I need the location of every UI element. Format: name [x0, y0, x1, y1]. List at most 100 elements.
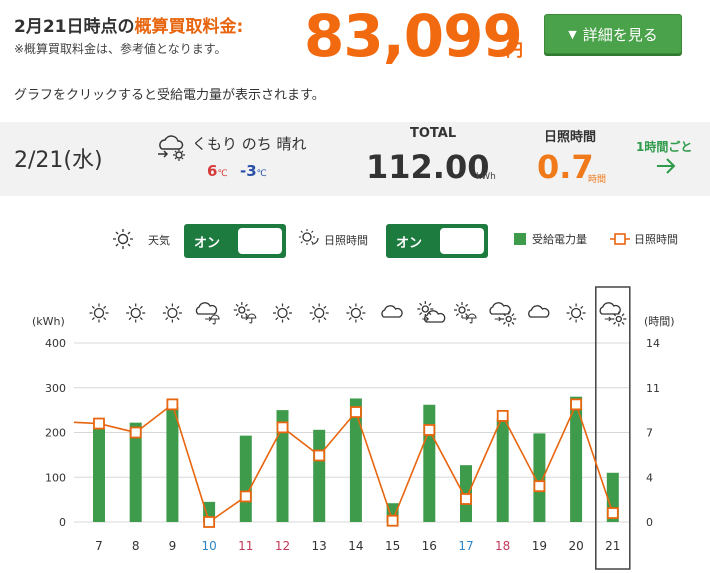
x-tick-label: 14: [348, 539, 363, 553]
left-tick-label: 100: [45, 471, 66, 484]
power-bar[interactable]: [423, 404, 436, 522]
sun-then-cloud-icon: [417, 301, 446, 323]
sun-icon: [89, 303, 109, 323]
total-value: 112.00: [366, 148, 490, 186]
temperature-low: -3℃: [240, 162, 267, 180]
weather-toggle[interactable]: オン: [184, 224, 286, 258]
sun-rain-icon: [233, 302, 257, 324]
chart-controls: 天気 オン 日照時間 オン 受給電力量 日照時間: [0, 222, 710, 258]
x-tick-label: 13: [312, 539, 327, 553]
left-axis-title: (kWh): [32, 315, 65, 328]
sunshine-marker[interactable]: [166, 398, 179, 411]
arrow-right-icon[interactable]: [654, 154, 678, 178]
legend-power-label: 受給電力量: [532, 233, 587, 246]
sunshine-marker[interactable]: [313, 449, 326, 462]
sunshine-unit: 時間: [588, 175, 607, 185]
weather-description: くもり のち 晴れ: [192, 135, 307, 153]
x-tick-label: 16: [422, 539, 437, 553]
sunshine-marker[interactable]: [533, 480, 546, 493]
chart-hint: グラフをクリックすると受給電力量が表示されます。: [14, 88, 325, 103]
legend-sunshine-swatch: [610, 233, 630, 245]
estimated-fee-headline: 2月21日時点の概算買取料金:: [14, 12, 243, 37]
sunshine-marker[interactable]: [423, 424, 436, 436]
summary-date: 2/21(水): [14, 148, 103, 173]
sun-icon: [162, 303, 182, 323]
power-bar[interactable]: [313, 429, 326, 522]
sun-icon: [273, 303, 292, 323]
sunshine-marker[interactable]: [93, 417, 105, 430]
sunshine-marker[interactable]: [349, 406, 362, 418]
x-tick-label: 20: [568, 539, 583, 553]
temperature-unit: ℃: [256, 169, 267, 179]
x-tick-label: 8: [132, 539, 140, 553]
power-bar[interactable]: [239, 435, 252, 522]
view-details-button[interactable]: ▼ 詳細を見る: [544, 14, 682, 54]
cloud-icon: [381, 305, 403, 318]
temperature-unit: ℃: [217, 169, 228, 179]
sunshine-marker[interactable]: [239, 490, 252, 503]
sun-icon: [113, 229, 133, 249]
x-tick-label: 10: [201, 539, 216, 553]
sunshine-marker[interactable]: [129, 426, 142, 439]
total-unit: kWh: [476, 172, 496, 182]
headline-prefix: 2月21日時点の: [14, 17, 135, 37]
sun-icon: [566, 303, 586, 323]
sun-icon: [126, 303, 146, 323]
cloud-rain-icon: [195, 302, 220, 325]
sun-icon: [346, 303, 366, 323]
sunshine-toggle-state: オン: [396, 236, 423, 251]
hourly-link[interactable]: 1時間ごと: [636, 138, 692, 155]
toggle-knob: [238, 228, 282, 254]
sunshine-hours-icon: [299, 229, 319, 245]
sunshine-marker[interactable]: [570, 398, 582, 411]
header: 2月21日時点の概算買取料金: ※概算買取料金は、参考値となります。 83,09…: [14, 2, 704, 70]
x-tick-label: 15: [385, 539, 400, 553]
sunshine-label: 日照時間: [544, 130, 597, 145]
legend-power-swatch: [514, 233, 526, 245]
sunshine-marker[interactable]: [276, 421, 289, 434]
x-tick-label: 12: [275, 539, 290, 553]
view-details-label: 詳細を見る: [582, 25, 658, 44]
legend-sunshine-label: 日照時間: [634, 233, 678, 246]
sunshine-marker[interactable]: [386, 514, 399, 527]
x-tick-label: 18: [495, 539, 510, 553]
power-bar[interactable]: [93, 428, 105, 522]
cloud-icon: [528, 305, 550, 318]
right-tick-label: 14: [646, 337, 660, 350]
left-tick-label: 300: [45, 382, 66, 395]
right-axis-title: (時間): [644, 315, 675, 328]
power-bar[interactable]: [496, 419, 509, 522]
power-bar[interactable]: [166, 406, 179, 522]
left-tick-label: 400: [45, 337, 66, 350]
temperature-low-value: -3: [240, 162, 257, 180]
sun-icon: [309, 303, 329, 323]
weather-toggle-state: オン: [194, 236, 221, 251]
toggle-knob: [440, 228, 484, 254]
sunshine-value: 0.7: [537, 148, 594, 186]
right-tick-label: 7: [646, 427, 653, 440]
sunshine-line: [73, 402, 614, 524]
sunshine-toggle-label: 日照時間: [324, 234, 368, 247]
cloud-then-sun-icon: [599, 302, 627, 327]
x-tick-label: 7: [95, 539, 103, 553]
selected-day-frame: [595, 286, 631, 570]
temperature-high: 6℃: [207, 162, 228, 180]
sunshine-marker[interactable]: [460, 493, 472, 505]
daily-summary-bar: 2/21(水) くもり のち 晴れ 6℃ -3℃ TOTAL 112.00 kW…: [0, 122, 710, 196]
right-tick-label: 0: [646, 516, 653, 529]
sun-rain-icon: [454, 302, 477, 324]
x-tick-label: 21: [605, 539, 620, 553]
fee-note: ※概算買取料金は、参考値となります。: [14, 42, 227, 56]
sunshine-marker[interactable]: [606, 507, 619, 519]
right-tick-label: 4: [646, 471, 653, 484]
right-tick-label: 11: [646, 382, 660, 395]
sunshine-marker[interactable]: [496, 409, 509, 422]
sunshine-marker[interactable]: [203, 516, 216, 528]
fee-amount-unit: 円: [506, 41, 523, 61]
cloud-then-sun-icon: [489, 302, 517, 327]
sunshine-toggle[interactable]: オン: [386, 224, 488, 258]
x-tick-label: 19: [532, 539, 547, 553]
left-tick-label: 200: [45, 427, 66, 440]
x-tick-label: 9: [169, 539, 177, 553]
daily-power-chart[interactable]: (kWh) (時間) 0 100 200 300 400 0 4 7 11 14 7 8 9 10 11 12 13…: [0, 285, 710, 573]
